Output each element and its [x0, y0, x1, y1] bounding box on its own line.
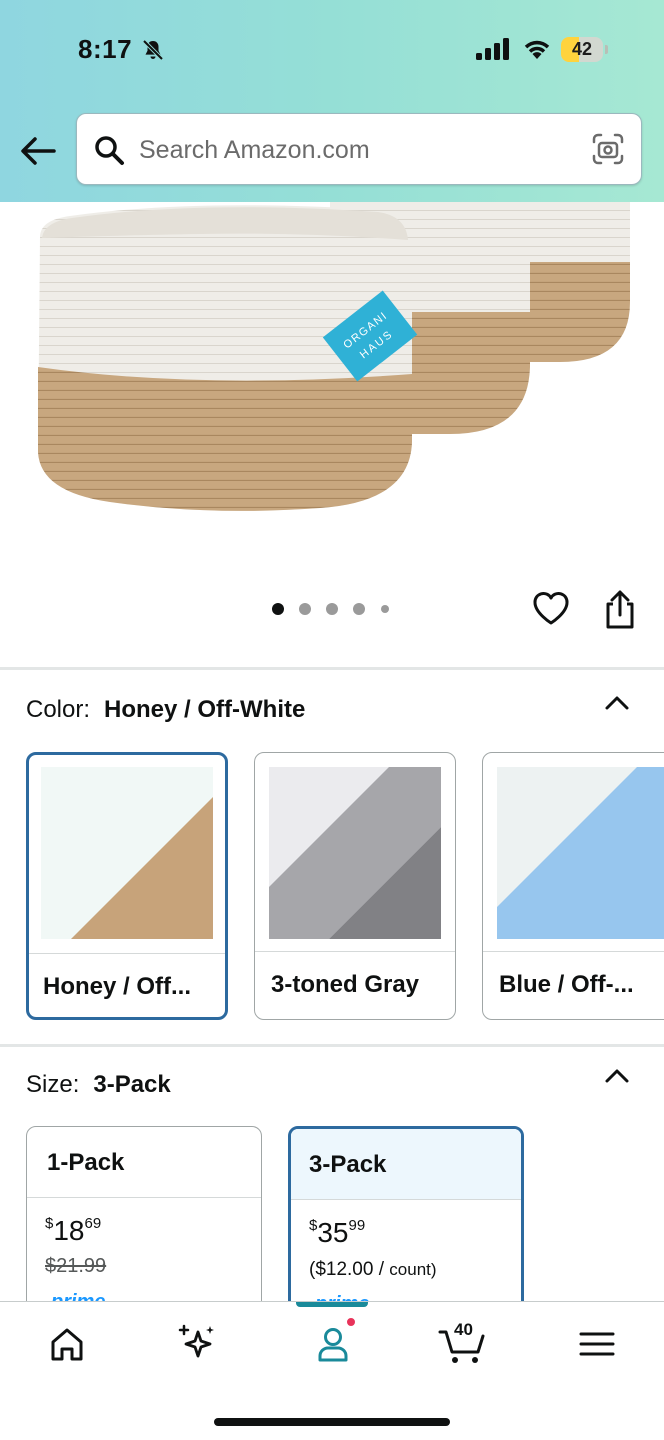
search-bar[interactable] — [76, 113, 642, 185]
search-icon — [95, 136, 124, 165]
color-key: Color: — [26, 696, 91, 723]
color-value: Honey / Off-White — [104, 696, 306, 723]
color-option-honey[interactable]: Honey / Off... — [26, 752, 228, 1020]
carousel-dot[interactable] — [381, 605, 389, 613]
back-arrow-icon[interactable] — [18, 133, 58, 169]
unit-price: ($12.00 / count) — [309, 1259, 437, 1280]
size-option-label: 3-Pack — [309, 1151, 387, 1178]
size-value: 3-Pack — [93, 1071, 171, 1098]
active-tab-indicator — [296, 1302, 368, 1307]
carousel-dot[interactable] — [272, 603, 284, 615]
list-price: $21.99 — [45, 1255, 107, 1277]
color-option-blue[interactable]: Blue / Off-... — [482, 752, 664, 1020]
camera-scan-icon[interactable] — [591, 132, 625, 166]
color-swatch-image — [497, 767, 664, 939]
share-icon[interactable] — [603, 588, 637, 630]
menu-icon[interactable] — [574, 1322, 620, 1366]
price: $3599 — [309, 1217, 366, 1248]
color-swatch-image — [41, 767, 213, 939]
bottom-navigation: 40 — [0, 1301, 664, 1440]
size-selection-label: Size: 3-Pack — [26, 1071, 171, 1099]
size-key: Size: — [26, 1071, 80, 1098]
section-divider — [0, 667, 664, 670]
home-icon[interactable] — [44, 1322, 90, 1366]
account-icon[interactable] — [310, 1322, 356, 1366]
sparkle-icon[interactable] — [174, 1322, 220, 1366]
price: $1869 — [45, 1215, 102, 1246]
chevron-up-icon[interactable] — [604, 695, 630, 711]
color-option-label: 3-toned Gray — [271, 971, 420, 998]
section-divider — [0, 1044, 664, 1047]
product-image[interactable]: ORGANI HAUS — [0, 202, 664, 570]
color-swatch-image — [269, 767, 441, 939]
bell-off-icon — [142, 39, 164, 61]
cellular-signal-icon — [476, 38, 509, 60]
carousel-dot[interactable] — [353, 603, 365, 615]
home-indicator — [214, 1418, 450, 1426]
rope-basket-illustration: ORGANI HAUS — [38, 202, 630, 511]
size-option-label: 1-Pack — [47, 1149, 125, 1176]
cart-count: 40 — [454, 1320, 473, 1339]
heart-icon[interactable] — [532, 590, 570, 626]
top-header: 8:17 42 — [0, 0, 664, 202]
carousel-dot[interactable] — [326, 603, 338, 615]
wifi-icon — [524, 40, 550, 59]
size-option-1-pack[interactable]: 1-Pack $1869 $21.99 prime — [26, 1126, 262, 1326]
status-time: 8:17 — [78, 34, 133, 64]
battery-percentage: 42 — [571, 39, 593, 59]
image-carousel-dots[interactable] — [270, 601, 400, 617]
search-input[interactable] — [139, 132, 579, 168]
color-selection-label: Color: Honey / Off-White — [26, 696, 305, 724]
carousel-dot[interactable] — [299, 603, 311, 615]
color-option-label: Honey / Off... — [43, 973, 192, 1000]
color-option-gray[interactable]: 3-toned Gray — [254, 752, 456, 1020]
battery-indicator: 42 — [561, 37, 608, 62]
size-option-3-pack[interactable]: 3-Pack $3599 ($12.00 / count) prime — [288, 1126, 524, 1326]
chevron-up-icon[interactable] — [604, 1068, 630, 1084]
color-option-label: Blue / Off-... — [499, 971, 634, 998]
notification-badge — [345, 1316, 357, 1328]
